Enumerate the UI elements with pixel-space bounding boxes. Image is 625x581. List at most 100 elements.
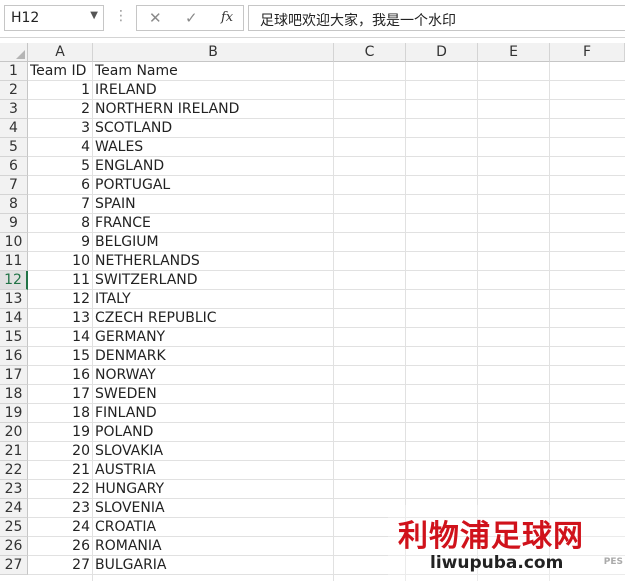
row-header[interactable]: 8 (0, 195, 28, 214)
cell-team-name[interactable]: ROMANIA (95, 537, 332, 556)
cell-team-id[interactable]: 7 (30, 195, 90, 214)
row-header[interactable]: 24 (0, 499, 28, 518)
row-header[interactable]: 22 (0, 461, 28, 480)
cell-team-id[interactable]: 22 (30, 480, 90, 499)
row-header[interactable]: 23 (0, 480, 28, 499)
row-header[interactable]: 14 (0, 309, 28, 328)
cell-team-name[interactable]: GERMANY (95, 328, 332, 347)
cell-team-name[interactable]: SWEDEN (95, 385, 332, 404)
cell-team-id[interactable]: 1 (30, 81, 90, 100)
row-header[interactable]: 19 (0, 404, 28, 423)
cell-team-id[interactable]: 18 (30, 404, 90, 423)
row-header[interactable]: 25 (0, 518, 28, 537)
row-header[interactable]: 16 (0, 347, 28, 366)
cell-team-id[interactable]: 3 (30, 119, 90, 138)
cell-team-id[interactable]: 11 (30, 271, 90, 290)
chevron-down-icon[interactable]: ▼ (90, 10, 98, 21)
row-header[interactable]: 27 (0, 556, 28, 575)
cell-team-id[interactable]: 21 (30, 461, 90, 480)
cell-team-id[interactable]: 19 (30, 423, 90, 442)
row-header[interactable]: 18 (0, 385, 28, 404)
cell-team-name[interactable]: CZECH REPUBLIC (95, 309, 332, 328)
row-header[interactable]: 2 (0, 81, 28, 100)
cancel-icon[interactable]: ✕ (149, 9, 162, 27)
cell-team-id[interactable]: 14 (30, 328, 90, 347)
cell-team-name[interactable]: Team Name (95, 62, 332, 81)
row-header[interactable]: 3 (0, 100, 28, 119)
cell-team-id[interactable]: 10 (30, 252, 90, 271)
row-header[interactable]: 21 (0, 442, 28, 461)
cell-team-name[interactable]: FINLAND (95, 404, 332, 423)
row-header[interactable]: 11 (0, 252, 28, 271)
cell-team-id[interactable]: 16 (30, 366, 90, 385)
cell-team-name[interactable]: SLOVAKIA (95, 442, 332, 461)
cell-team-id[interactable]: 4 (30, 138, 90, 157)
column-header-c[interactable]: C (334, 43, 406, 62)
cell-team-id[interactable]: 23 (30, 499, 90, 518)
column-header-b[interactable]: B (93, 43, 334, 62)
column-header-d[interactable]: D (406, 43, 478, 62)
column-header-f[interactable]: F (550, 43, 625, 62)
cell-team-id[interactable]: 15 (30, 347, 90, 366)
cell-team-id[interactable]: 20 (30, 442, 90, 461)
cell-team-id[interactable]: 27 (30, 556, 90, 575)
cell-team-name[interactable]: CROATIA (95, 518, 332, 537)
row-header[interactable]: 5 (0, 138, 28, 157)
insert-function-icon[interactable]: fx (221, 10, 233, 25)
cell-team-name[interactable]: SCOTLAND (95, 119, 332, 138)
row-header[interactable]: 15 (0, 328, 28, 347)
cell-team-name[interactable]: NETHERLANDS (95, 252, 332, 271)
row-header[interactable]: 4 (0, 119, 28, 138)
cell-team-id[interactable]: 17 (30, 385, 90, 404)
row-header[interactable]: 13 (0, 290, 28, 309)
row-header[interactable]: 7 (0, 176, 28, 195)
cell-team-name[interactable]: BELGIUM (95, 233, 332, 252)
grid-column-divider (549, 62, 550, 581)
cell-team-name[interactable]: AUSTRIA (95, 461, 332, 480)
cell-team-id[interactable]: 24 (30, 518, 90, 537)
cell-team-name[interactable]: ITALY (95, 290, 332, 309)
cell-team-name[interactable]: DENMARK (95, 347, 332, 366)
watermark-url: liwupuba.com (430, 553, 564, 573)
cell-team-name[interactable]: SLOVENIA (95, 499, 332, 518)
formula-input[interactable]: 足球吧欢迎大家，我是一个水印 (248, 5, 625, 31)
row-header[interactable]: 12 (0, 271, 28, 290)
enter-icon[interactable]: ✓ (185, 9, 198, 27)
row-header[interactable]: 17 (0, 366, 28, 385)
cell-team-name[interactable]: IRELAND (95, 81, 332, 100)
cell-team-id[interactable]: 2 (30, 100, 90, 119)
cell-team-name[interactable]: SWITZERLAND (95, 271, 332, 290)
cell-team-name[interactable]: SPAIN (95, 195, 332, 214)
column-header-a[interactable]: A (28, 43, 93, 62)
cell-team-id[interactable]: 26 (30, 537, 90, 556)
watermark-tag: PES (603, 557, 623, 567)
cell-team-name[interactable]: ENGLAND (95, 157, 332, 176)
row-header[interactable]: 10 (0, 233, 28, 252)
cell-team-id[interactable]: Team ID (30, 62, 90, 81)
cell-team-name[interactable]: POLAND (95, 423, 332, 442)
formula-text: 足球吧欢迎大家，我是一个水印 (260, 13, 456, 29)
cell-team-name[interactable]: WALES (95, 138, 332, 157)
cell-team-id[interactable]: 8 (30, 214, 90, 233)
cell-team-name[interactable]: BULGARIA (95, 556, 332, 575)
cell-team-name[interactable]: HUNGARY (95, 480, 332, 499)
formula-buttons: ✕ ✓ fx (136, 5, 244, 31)
column-header-e[interactable]: E (478, 43, 550, 62)
row-header[interactable]: 26 (0, 537, 28, 556)
cell-team-id[interactable]: 5 (30, 157, 90, 176)
cell-team-id[interactable]: 13 (30, 309, 90, 328)
row-header[interactable]: 1 (0, 62, 28, 81)
more-vert-icon[interactable]: ⋮ (114, 8, 128, 24)
cell-team-id[interactable]: 9 (30, 233, 90, 252)
row-header[interactable]: 9 (0, 214, 28, 233)
cell-team-id[interactable]: 6 (30, 176, 90, 195)
row-header[interactable]: 20 (0, 423, 28, 442)
cell-team-name[interactable]: FRANCE (95, 214, 332, 233)
row-header[interactable]: 6 (0, 157, 28, 176)
cell-team-id[interactable]: 12 (30, 290, 90, 309)
name-box[interactable]: H12 ▼ (4, 5, 104, 31)
select-all-button[interactable] (0, 43, 28, 62)
cell-team-name[interactable]: PORTUGAL (95, 176, 332, 195)
cell-team-name[interactable]: NORWAY (95, 366, 332, 385)
cell-team-name[interactable]: NORTHERN IRELAND (95, 100, 332, 119)
